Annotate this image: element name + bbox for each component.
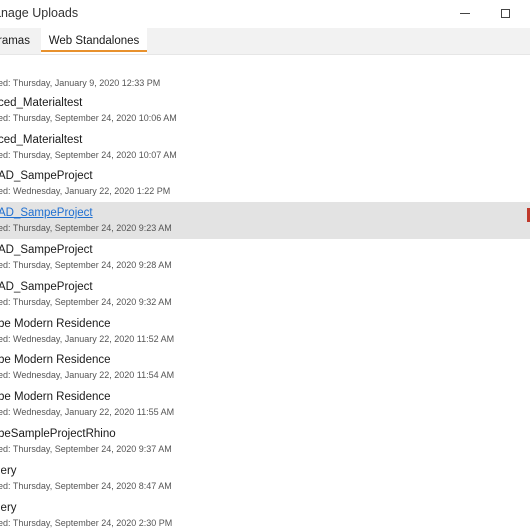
minimize-button[interactable] (452, 2, 478, 24)
active-tab-indicator (41, 50, 147, 52)
maximize-icon (500, 8, 510, 18)
upload-date: ed: Wednesday, January 22, 2020 11:54 AM (0, 370, 175, 381)
upload-date: ed: Thursday, January 9, 2020 12:33 PM (0, 78, 161, 88)
upload-date: ed: Thursday, September 24, 2020 9:23 AM (0, 223, 172, 234)
list-item[interactable]: AD_SampeProject ed: Wednesday, January 2… (0, 165, 530, 202)
upload-name: ced_Materialtest (0, 133, 83, 146)
upload-date: ed: Thursday, September 24, 2020 10:07 A… (0, 149, 177, 160)
list-item[interactable]: AD_SampeProject ed: Thursday, September … (0, 276, 530, 313)
upload-name: AD_SampeProject (0, 170, 93, 183)
upload-name: lery (0, 464, 17, 477)
upload-date: ed: Thursday, September 24, 2020 2:30 PM (0, 517, 173, 528)
upload-date: ed: Wednesday, January 22, 2020 1:22 PM (0, 186, 171, 197)
list-item[interactable]: lery ed: Thursday, September 24, 2020 2:… (0, 497, 530, 530)
maximize-button[interactable] (492, 2, 518, 24)
upload-name: be Modern Residence (0, 354, 111, 367)
list-item[interactable]: lery ed: Thursday, September 24, 2020 8:… (0, 460, 530, 497)
upload-name: AD_SampeProject (0, 243, 93, 256)
upload-name-link[interactable]: AD_SampeProject (0, 207, 93, 219)
upload-name: be Modern Residence (0, 317, 111, 330)
list-item[interactable]: ced_Materialtest ed: Thursday, September… (0, 92, 530, 129)
tab-panoramas[interactable]: ramas (0, 28, 30, 54)
uploads-list: ed: Thursday, January 9, 2020 12:33 PM c… (0, 55, 530, 530)
upload-date: ed: Thursday, September 24, 2020 10:06 A… (0, 112, 177, 123)
upload-name: AD_SampeProject (0, 280, 93, 293)
list-item[interactable]: AD_SampeProject ed: Thursday, September … (0, 239, 530, 276)
list-item[interactable]: be Modern Residence ed: Wednesday, Janua… (0, 386, 530, 423)
list-item[interactable]: be Modern Residence ed: Wednesday, Janua… (0, 313, 530, 350)
list-item[interactable]: be Modern Residence ed: Wednesday, Janua… (0, 349, 530, 386)
minimize-icon (460, 12, 470, 14)
upload-name: ced_Materialtest (0, 96, 83, 109)
upload-date: ed: Wednesday, January 22, 2020 11:55 AM (0, 407, 175, 418)
upload-name: lery (0, 501, 17, 514)
upload-name: beSampleProjectRhino (0, 427, 116, 440)
upload-date: ed: Thursday, September 24, 2020 8:47 AM (0, 480, 172, 491)
title-bar: anage Uploads (0, 0, 530, 28)
upload-date: ed: Thursday, September 24, 2020 9:37 AM (0, 443, 172, 454)
list-item[interactable]: ed: Thursday, January 9, 2020 12:33 PM (0, 55, 530, 92)
manage-uploads-window: anage Uploads ramas Web Standalones ed: … (0, 0, 530, 530)
window-title: anage Uploads (0, 6, 79, 20)
upload-date: ed: Wednesday, January 22, 2020 11:52 AM (0, 333, 175, 344)
upload-date: ed: Thursday, September 24, 2020 9:28 AM (0, 259, 172, 270)
list-item-selected[interactable]: AD_SampeProject ed: Thursday, September … (0, 202, 530, 239)
list-item[interactable]: ced_Materialtest ed: Thursday, September… (0, 129, 530, 166)
upload-date: ed: Thursday, September 24, 2020 9:32 AM (0, 296, 172, 307)
list-item[interactable]: beSampleProjectRhino ed: Thursday, Septe… (0, 423, 530, 460)
upload-name: be Modern Residence (0, 391, 111, 404)
